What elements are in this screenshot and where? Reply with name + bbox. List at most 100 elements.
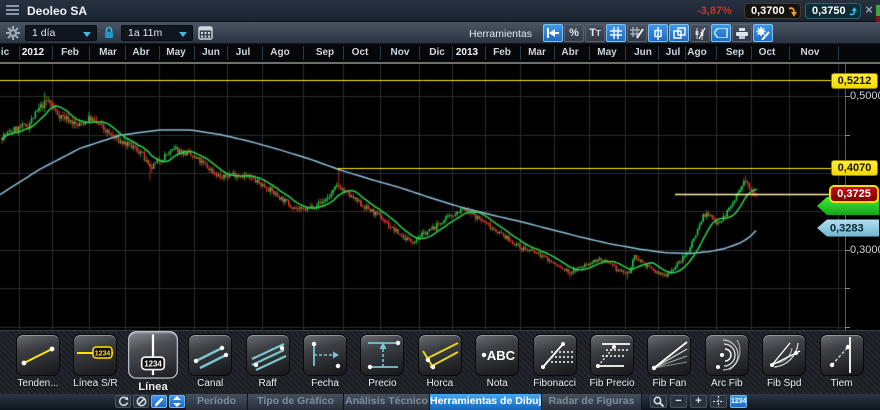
- axis-tick: [52, 46, 53, 60]
- arrow-up-icon: [849, 5, 857, 18]
- bottom-bar: PeríodoTipo de GráficoAnálisis TécnicoHe…: [0, 394, 880, 410]
- tab-radar-de-figuras[interactable]: Radar de Figuras: [542, 394, 642, 410]
- calendar-icon[interactable]: [198, 25, 213, 45]
- month-label: Ago: [687, 47, 706, 58]
- windows-icon[interactable]: [669, 24, 689, 42]
- axis-tick: [419, 46, 420, 60]
- updown-icon[interactable]: [169, 395, 185, 408]
- lock-icon[interactable]: [103, 26, 115, 44]
- pencil-icon[interactable]: [151, 395, 167, 408]
- printer-icon[interactable]: [732, 24, 752, 42]
- zoom-out-button[interactable]: −: [670, 395, 687, 408]
- tool-fib-speed[interactable]: Fib Spd: [761, 334, 807, 389]
- tool-channel[interactable]: Canal: [187, 334, 233, 389]
- grid-icon[interactable]: [606, 24, 626, 42]
- tool-fib-arc[interactable]: Arc Fib: [704, 334, 750, 389]
- refresh-icon[interactable]: [115, 395, 131, 408]
- month-label: ic: [1, 47, 9, 58]
- month-label: Jun: [634, 47, 652, 58]
- axis-tick: [227, 46, 228, 60]
- tab-per-odo[interactable]: Período: [186, 394, 248, 410]
- tool-fib-price[interactable]: Fib Precio: [589, 334, 635, 389]
- date-icon: [303, 334, 347, 376]
- tool-price[interactable]: Precio: [359, 334, 405, 389]
- axis-tick: [658, 46, 659, 60]
- tool-note[interactable]: ABC Nota: [474, 334, 520, 389]
- year-label: 2013: [456, 47, 478, 58]
- tool-label: Raff: [245, 378, 291, 389]
- tool-fib-fan[interactable]: Fib Fan: [646, 334, 692, 389]
- dock-left-icon[interactable]: [543, 24, 563, 42]
- bid-value: 0,3700: [751, 5, 785, 17]
- tool-line[interactable]: 1234Línea: [127, 331, 179, 393]
- level-badge-05212[interactable]: 0,5212: [831, 73, 878, 89]
- tool-time[interactable]: Tiem: [819, 334, 865, 389]
- svg-text:1234: 1234: [95, 351, 111, 358]
- tool-label: Tenden...: [15, 378, 61, 389]
- tool-trend[interactable]: Tenden...: [15, 334, 61, 389]
- month-label: Feb: [61, 47, 79, 58]
- tool-label: Fibonacci: [532, 378, 578, 389]
- tool-raff[interactable]: Raff: [245, 334, 291, 389]
- close-icon[interactable]: ×: [862, 3, 876, 17]
- crosshair-icon[interactable]: [710, 395, 727, 408]
- month-label: Abr: [132, 47, 149, 58]
- tool-label: Fecha: [302, 378, 348, 389]
- text-size-icon[interactable]: TT: [585, 24, 605, 42]
- candlestick-chart[interactable]: [0, 64, 845, 330]
- month-label: Mar: [528, 47, 546, 58]
- pattern-icon[interactable]: [690, 24, 710, 42]
- ask-price-badge[interactable]: 0,3750: [805, 3, 861, 19]
- instrument-title: Deoleo SA: [27, 4, 87, 18]
- axis-tick: [125, 46, 126, 60]
- month-label: May: [166, 47, 185, 58]
- period-dropdown[interactable]: 1 día: [25, 25, 97, 41]
- range-dropdown[interactable]: 1a 11m: [121, 25, 193, 41]
- zoom-in-button[interactable]: +: [690, 395, 707, 408]
- callout-icon[interactable]: [711, 24, 731, 42]
- tool-label: Fib Fan: [646, 378, 692, 389]
- fib-speed-icon: [762, 334, 806, 376]
- candlestick-icon[interactable]: [648, 24, 668, 42]
- values-badge[interactable]: 1234: [730, 395, 747, 408]
- note-icon: ABC: [475, 334, 519, 376]
- tool-fib[interactable]: Fibonacci: [532, 334, 578, 389]
- tab-tipo-de-gr-fico[interactable]: Tipo de Gráfico: [248, 394, 344, 410]
- chart-area[interactable]: 0,5000 0,3000 0,5212 0,4070 0,3725 0,328…: [0, 62, 880, 330]
- tool-label: Precio: [359, 378, 405, 389]
- tool-date[interactable]: Fecha: [302, 334, 348, 389]
- svg-text:ABC: ABC: [487, 348, 516, 363]
- axis-tick: [303, 46, 304, 60]
- fib-price-icon: [590, 334, 634, 376]
- axis-tick: [194, 46, 195, 60]
- time-axis[interactable]: ic2012FebMarAbrMayJunJulAgoSepOctNovDic2…: [0, 44, 880, 62]
- bid-price-badge[interactable]: 0,3700: [744, 3, 801, 19]
- axis-tick: [485, 46, 486, 60]
- tools-label: Herramientas: [469, 28, 532, 40]
- chevron-down-icon: [179, 32, 187, 37]
- percent-icon[interactable]: %: [564, 24, 584, 42]
- tool-label: Nota: [474, 378, 520, 389]
- axis-tick: [19, 46, 20, 60]
- level-badge-04070[interactable]: 0,4070: [831, 160, 878, 176]
- tool-sr[interactable]: 1234Línea S/R: [72, 334, 118, 389]
- trend-icon: [16, 334, 60, 376]
- month-label: Nov: [801, 47, 820, 58]
- magnifier-icon[interactable]: [650, 395, 667, 408]
- tool-pitchfork[interactable]: Horca: [417, 334, 463, 389]
- block-icon[interactable]: [133, 395, 149, 408]
- arrow-down-icon: [788, 5, 797, 18]
- month-label: Ago: [270, 47, 289, 58]
- axis-tick: [685, 46, 686, 60]
- grid-edit-icon[interactable]: [627, 24, 647, 42]
- title-bar: Deoleo SA -3,87% 0,3700 0,3750 ×: [0, 0, 880, 22]
- tab-an-lisis-t-cnico[interactable]: Análisis Técnico: [344, 394, 430, 410]
- gear-icon[interactable]: [6, 26, 20, 40]
- price-axis-label: 0,5000: [850, 90, 880, 102]
- tab-herramientas-de-dibujo[interactable]: Herramientas de Dibujo: [430, 394, 542, 410]
- axis-tick: [589, 46, 590, 60]
- bottom-icon-group: [115, 395, 185, 408]
- menu-icon[interactable]: [6, 5, 20, 17]
- settings-edit-icon[interactable]: [753, 24, 773, 42]
- month-label: Nov: [391, 47, 410, 58]
